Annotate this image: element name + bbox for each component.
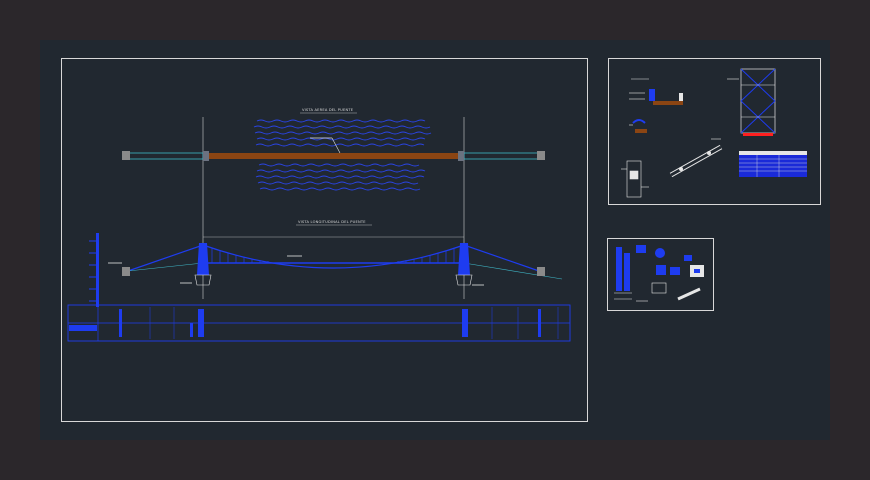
plan-view-title: VISTA AEREA DEL PUENTE (302, 108, 354, 112)
right-approach-deck (463, 152, 540, 160)
model-space[interactable]: VISTA AEREA DEL PUENTE VISTA LONGITUDINA… (40, 40, 830, 440)
tower-detail-a (614, 247, 632, 294)
detail-sheet-2-drawing (614, 245, 704, 302)
right-tower (458, 243, 470, 275)
hangers (211, 248, 455, 263)
main-deck-plan (203, 153, 464, 159)
left-tower-plan (203, 151, 209, 161)
elevation-title: VISTA LONGITUDINAL DEL PUENTE (298, 220, 366, 224)
left-anchor (122, 267, 130, 276)
cable-saddle-detail (629, 119, 647, 133)
detail-sheet-1[interactable] (608, 58, 821, 205)
anchorage-detail (629, 78, 683, 105)
left-abutment-plan (122, 151, 130, 160)
left-tower (197, 243, 209, 275)
profile-table (67, 304, 571, 342)
main-sheet-drawing: VISTA AEREA DEL PUENTE VISTA LONGITUDINA… (67, 108, 571, 342)
tower-detail-b (636, 245, 704, 277)
detail-sheet-1-drawing (621, 68, 807, 198)
left-approach-deck (127, 152, 204, 160)
quantities-table (739, 151, 807, 177)
main-sheet[interactable]: VISTA AEREA DEL PUENTE VISTA LONGITUDINA… (61, 58, 588, 422)
right-tower-plan (458, 151, 464, 161)
tower-elevation-detail (727, 68, 776, 136)
pylon-section-detail (621, 160, 649, 198)
right-abutment-plan (537, 151, 545, 160)
main-cable (127, 244, 540, 272)
right-anchor (537, 267, 545, 276)
elevation-scale (89, 233, 99, 307)
detail-sheet-2[interactable] (607, 238, 714, 311)
clamp-detail (669, 138, 723, 178)
